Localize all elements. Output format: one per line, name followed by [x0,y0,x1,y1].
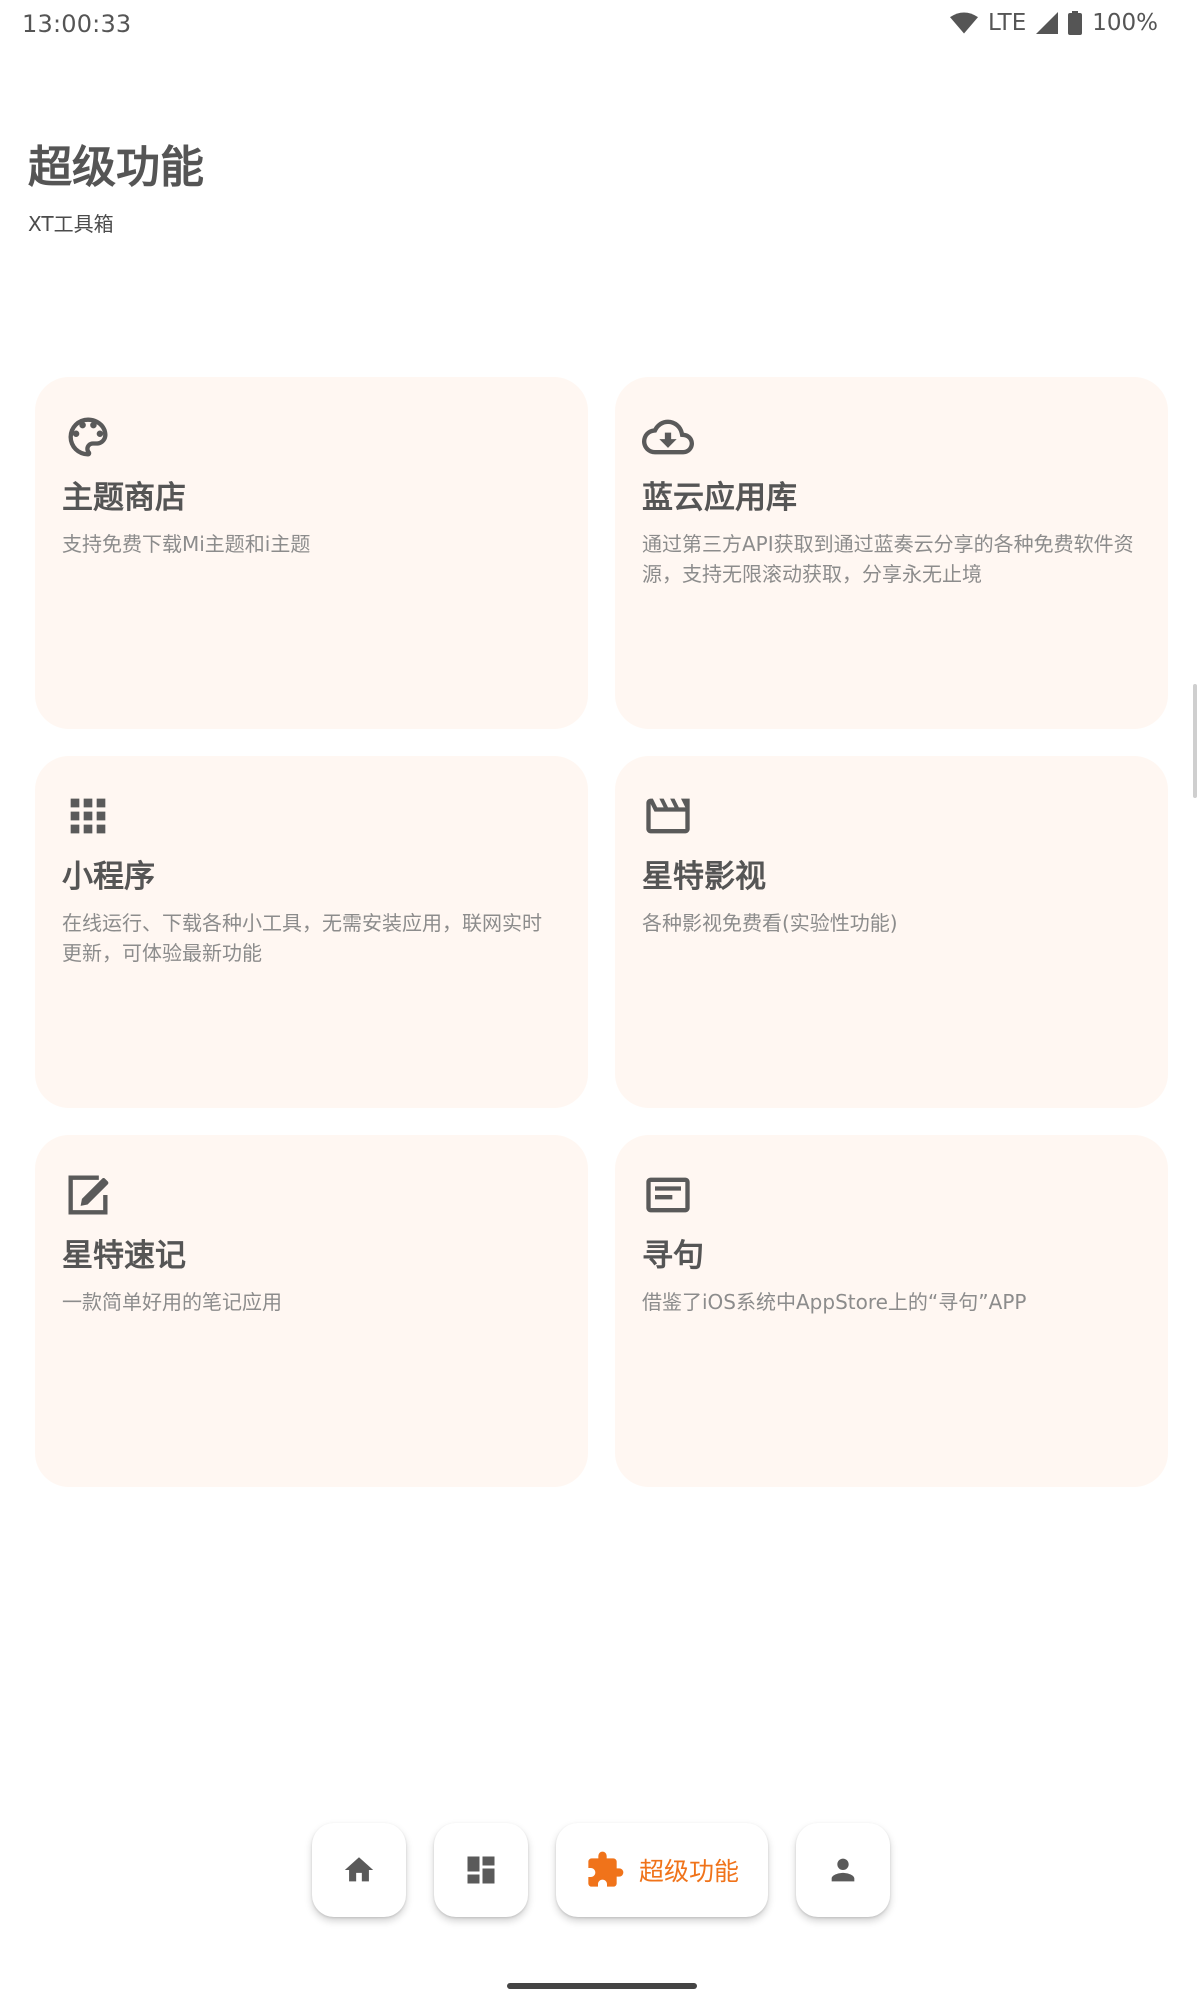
card-title: 星特速记 [62,1238,186,1274]
movie-clapper-icon [642,790,694,842]
puzzle-icon [585,1850,625,1890]
network-type: LTE [988,10,1027,36]
page-title: 超级功能 [28,142,204,193]
card-theme-store[interactable]: 主题商店 支持免费下载Mi主题和i主题 [35,377,588,729]
edit-note-icon [62,1169,114,1221]
nav-home-button[interactable] [312,1823,406,1917]
home-icon [342,1853,376,1887]
home-indicator[interactable] [507,1983,697,1989]
palette-icon [62,411,114,463]
card-title: 主题商店 [62,480,186,516]
scrollbar[interactable] [1193,684,1197,798]
bottom-navigation: 超级功能 [312,1823,890,1917]
card-xunju[interactable]: 寻句 借鉴了iOS系统中AppStore上的“寻句”APP [615,1135,1168,1487]
nav-super-features-button[interactable]: 超级功能 [556,1823,768,1917]
nav-active-label: 超级功能 [638,1857,739,1886]
status-bar: 13:00:33 LTE 100% [0,0,1200,52]
nav-profile-button[interactable] [796,1823,890,1917]
page-subtitle: XT工具箱 [28,212,114,236]
battery-level: 100% [1092,10,1158,36]
card-description: 通过第三方API获取到通过蓝奏云分享的各种免费软件资源，支持无限滚动获取，分享永… [642,532,1134,586]
dashboard-icon [463,1852,499,1888]
status-icons: LTE 100% [950,10,1158,36]
nav-dashboard-button[interactable] [434,1823,528,1917]
card-description: 各种影视免费看(实验性功能) [642,911,898,935]
status-time: 13:00:33 [22,10,132,38]
card-description: 借鉴了iOS系统中AppStore上的“寻句”APP [642,1290,1027,1314]
battery-icon [1068,11,1083,35]
person-icon [826,1853,860,1887]
card-description: 在线运行、下载各种小工具，无需安装应用，联网实时更新，可体验最新功能 [62,911,542,965]
card-title: 小程序 [62,859,155,895]
card-description: 支持免费下载Mi主题和i主题 [62,532,311,556]
card-title: 星特影视 [642,859,766,895]
feature-card-grid: 主题商店 支持免费下载Mi主题和i主题 蓝云应用库 通过第三方API获取到通过蓝… [35,377,1169,1487]
card-description: 一款简单好用的笔记应用 [62,1290,282,1314]
card-title: 寻句 [642,1238,704,1274]
cloud-download-icon [642,411,694,463]
card-xingte-notes[interactable]: 星特速记 一款简单好用的笔记应用 [35,1135,588,1487]
card-mini-programs[interactable]: 小程序 在线运行、下载各种小工具，无需安装应用，联网实时更新，可体验最新功能 [35,756,588,1108]
card-xingte-video[interactable]: 星特影视 各种影视免费看(实验性功能) [615,756,1168,1108]
page-header: 超级功能 XT工具箱 [28,140,204,237]
article-icon [642,1169,694,1221]
wifi-icon [950,12,978,34]
signal-icon [1036,12,1059,34]
card-lanyun-app-library[interactable]: 蓝云应用库 通过第三方API获取到通过蓝奏云分享的各种免费软件资源，支持无限滚动… [615,377,1168,729]
apps-grid-icon [62,790,114,842]
card-title: 蓝云应用库 [642,480,797,516]
